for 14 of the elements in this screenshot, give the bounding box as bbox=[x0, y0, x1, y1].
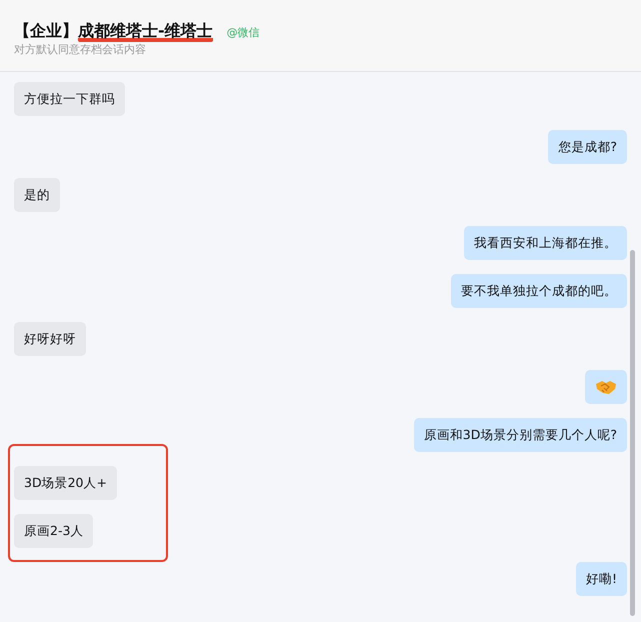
message-bubble: 3D场景20人+ bbox=[14, 466, 117, 500]
message-bubble: 您是成都? bbox=[548, 130, 627, 164]
message-bubble: 我看西安和上海都在推。 bbox=[464, 226, 627, 260]
message-bubble: 好呀好呀 bbox=[14, 322, 86, 356]
message-bubble: 是的 bbox=[14, 178, 60, 212]
message-bubble: 方便拉一下群吗 bbox=[14, 82, 125, 116]
message-bubble: 原画2-3人 bbox=[14, 514, 94, 548]
message-bubble: 好嘞! bbox=[576, 562, 627, 596]
message-bubble: 原画和3D场景分别需要几个人呢? bbox=[414, 418, 627, 452]
scrollbar[interactable] bbox=[630, 250, 635, 616]
archive-notice: 对方默认同意存档会话内容 bbox=[14, 42, 147, 57]
handshake-icon bbox=[595, 379, 617, 395]
message-bubble: 要不我单独拉个成都的吧。 bbox=[451, 274, 627, 308]
source-label: @微信 bbox=[226, 25, 260, 40]
